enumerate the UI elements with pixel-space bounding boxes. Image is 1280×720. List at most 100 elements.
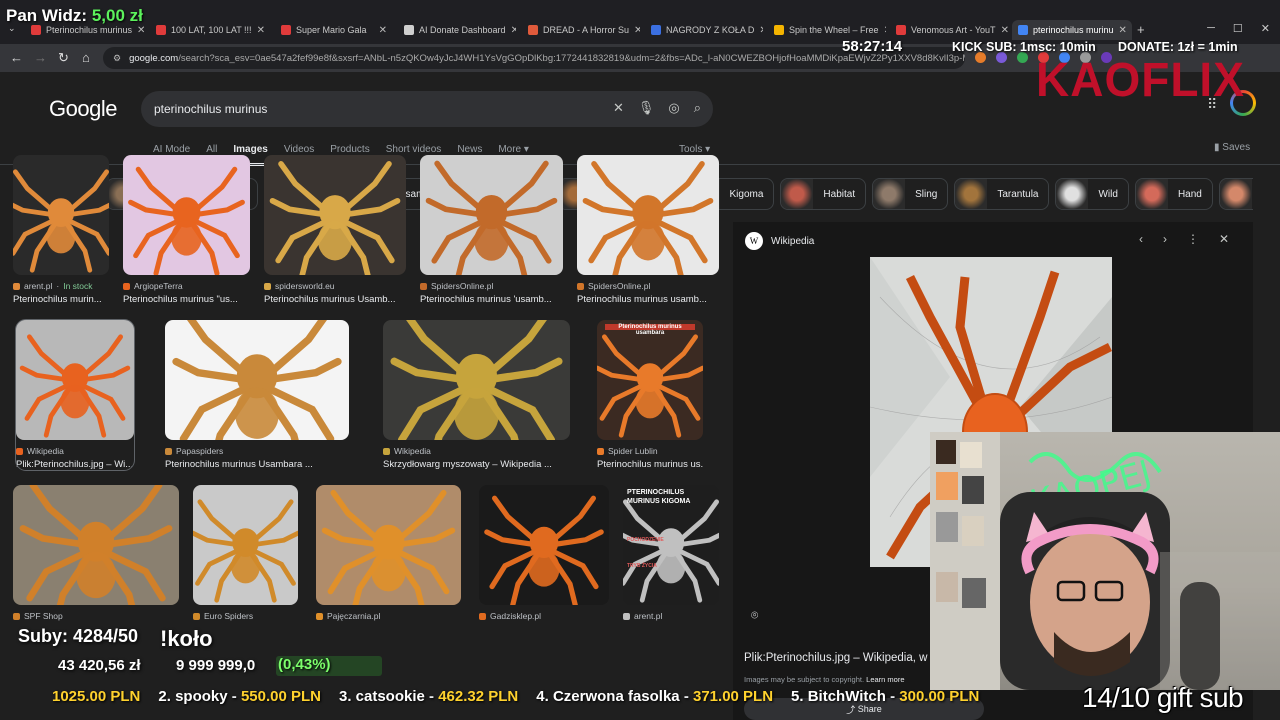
image-result[interactable]: SpidersOnline.pl Pterinochilus murinus 'u… — [420, 155, 563, 305]
learn-more-link[interactable]: Learn more — [866, 675, 904, 684]
saves-link[interactable]: ▮ Saves — [1214, 142, 1250, 153]
back-icon[interactable]: ← — [10, 50, 23, 65]
next-icon[interactable]: › — [1163, 232, 1167, 246]
result-source[interactable]: Wikipedia — [383, 446, 570, 456]
result-thumbnail[interactable] — [193, 485, 298, 605]
result-thumbnail[interactable] — [16, 320, 134, 440]
result-source[interactable]: Spider Lublin — [597, 446, 703, 456]
result-thumbnail[interactable] — [577, 155, 719, 275]
tab-close-icon[interactable]: ✕ — [759, 25, 763, 36]
result-thumbnail[interactable]: PTERINOCHILUS MURINUS KIGOMA POCHODZENIE TR… — [623, 485, 719, 605]
search-box[interactable]: ✕ 🎙 ◎ ⌕ — [141, 91, 713, 127]
forward-icon[interactable]: → — [34, 50, 47, 65]
image-result[interactable]: Gadzisklep.pl — [479, 485, 609, 621]
url-text[interactable]: google.com/search?sca_esv=0ae547a2fef99e… — [129, 53, 965, 64]
tab-close-icon[interactable]: ✕ — [511, 25, 516, 36]
tab-close-icon[interactable]: ✕ — [634, 25, 640, 36]
image-result[interactable]: SPF Shop — [13, 485, 179, 621]
result-thumbnail[interactable] — [13, 155, 109, 275]
image-result[interactable]: Papaspiders Pterinochilus murinus Usambar… — [165, 320, 349, 470]
image-result[interactable]: Pterinochilus murinus usambara Spider Lubl… — [597, 320, 703, 470]
result-source[interactable]: Pajęczarnia.pl — [316, 611, 461, 621]
result-title[interactable]: Pterinochilus murin... — [13, 294, 109, 305]
close-preview-icon[interactable]: ✕ — [1219, 232, 1229, 246]
google-logo[interactable]: Google — [49, 96, 117, 122]
image-result[interactable]: ArgiopeTerra Pterinochilus murinus "us... — [123, 155, 250, 305]
refine-chip[interactable]: Wild — [1055, 178, 1129, 210]
result-title[interactable]: Plik:Pterinochilus.jpg – Wi... — [16, 459, 134, 470]
clear-icon[interactable]: ✕ — [613, 100, 624, 116]
previous-icon[interactable]: ‹ — [1139, 232, 1143, 246]
tools-menu[interactable]: Tools ▾ — [679, 144, 710, 155]
image-result[interactable]: arent.pl · In stock Pterinochilus murin..… — [13, 155, 109, 305]
close-window-icon[interactable]: ✕ — [1261, 22, 1270, 35]
tab-close-icon[interactable]: ✕ — [1001, 25, 1008, 36]
refine-chip[interactable]: Tarantula — [954, 178, 1050, 210]
result-title[interactable]: Pterinochilus murinus "us... — [123, 294, 250, 305]
tab-close-icon[interactable]: ✕ — [379, 25, 387, 36]
image-result[interactable]: spidersworld.eu Pterinochilus murinus Usa… — [264, 155, 406, 305]
result-source[interactable]: ArgiopeTerra — [123, 281, 250, 291]
result-thumbnail[interactable]: Pterinochilus murinus usambara — [597, 320, 703, 440]
image-result[interactable]: Pajęczarnia.pl — [316, 485, 461, 621]
more-options-icon[interactable]: ⋮ — [1187, 232, 1199, 246]
preview-source[interactable]: W Wikipedia — [745, 232, 814, 250]
browser-tab[interactable]: DREAD - A Horror Su ✕ — [522, 20, 640, 40]
image-result[interactable]: Wikipedia Skrzydłowarg myszowaty – Wikipe… — [383, 320, 570, 470]
image-result[interactable]: SpidersOnline.pl Pterinochilus murinus us… — [577, 155, 719, 305]
microphone-icon[interactable]: 🎙 — [638, 100, 655, 116]
browser-tab[interactable]: NAGRODY Z KOŁA D ✕ — [645, 20, 763, 40]
tab-close-icon[interactable]: ✕ — [1119, 25, 1127, 36]
result-thumbnail[interactable] — [383, 320, 570, 440]
refine-chip[interactable]: Hand — [1134, 178, 1213, 210]
tab-close-icon[interactable]: ✕ — [884, 25, 886, 36]
home-icon[interactable]: ⌂ — [82, 50, 90, 65]
result-title[interactable]: Pterinochilus murinus Usamb... — [264, 294, 406, 305]
browser-tab[interactable]: AI Donate Dashboard ✕ — [398, 20, 516, 40]
result-source[interactable]: SPF Shop — [13, 611, 179, 621]
result-title[interactable]: Pterinochilus murinus Usambara ... — [165, 459, 349, 470]
site-info-icon[interactable]: ⚙ — [113, 53, 121, 64]
result-source[interactable]: Gadzisklep.pl — [479, 611, 609, 621]
lens-icon[interactable]: ◎ — [668, 100, 679, 116]
visual-search-icon[interactable]: ⌾ — [751, 608, 758, 623]
minimize-icon[interactable]: ─ — [1207, 22, 1215, 35]
result-title[interactable]: Pterinochilus murinus usamb... — [577, 294, 719, 305]
result-source[interactable]: arent.pl — [623, 611, 719, 621]
preview-title[interactable]: Plik:Pterinochilus.jpg – Wikipedia, w — [744, 652, 927, 664]
result-source[interactable]: SpidersOnline.pl — [577, 281, 719, 291]
maximize-icon[interactable]: ☐ — [1233, 22, 1243, 35]
search-icon[interactable]: ⌕ — [694, 100, 701, 116]
browser-tab[interactable]: Spin the Wheel – Free ✕ — [768, 20, 886, 40]
result-thumbnail[interactable] — [165, 320, 349, 440]
result-source[interactable]: SpidersOnline.pl — [420, 281, 563, 291]
result-title[interactable]: Pterinochilus murinus us... — [597, 459, 703, 470]
result-thumbnail[interactable] — [13, 485, 179, 605]
browser-tab[interactable]: Super Mario Gala ✕ — [275, 20, 393, 40]
browser-tab[interactable]: pterinochilus murinu ✕ — [1012, 20, 1132, 40]
new-tab-button[interactable]: + — [1137, 22, 1145, 37]
result-thumbnail[interactable] — [479, 485, 609, 605]
image-result[interactable]: PTERINOCHILUS MURINUS KIGOMA POCHODZENIE TR… — [623, 485, 719, 621]
browser-tab[interactable]: 100 LAT, 100 LAT !!! ✕ — [150, 20, 270, 40]
reload-icon[interactable]: ↻ — [58, 50, 69, 66]
result-thumbnail[interactable] — [316, 485, 461, 605]
result-title[interactable]: Skrzydłowarg myszowaty – Wikipedia ... — [383, 459, 570, 470]
result-thumbnail[interactable] — [123, 155, 250, 275]
result-thumbnail[interactable] — [264, 155, 406, 275]
search-input[interactable] — [154, 102, 574, 116]
refine-chip[interactable]: Lifespan — [1218, 178, 1253, 210]
image-result[interactable]: Euro Spiders — [193, 485, 298, 621]
tab-close-icon[interactable]: ✕ — [257, 25, 265, 36]
image-result[interactable]: Wikipedia Plik:Pterinochilus.jpg – Wi... — [15, 319, 135, 471]
browser-tab[interactable]: Venomous Art - YouT ✕ — [890, 20, 1008, 40]
address-bar[interactable]: ⚙ google.com/search?sca_esv=0ae547a2fef9… — [103, 47, 965, 69]
result-source[interactable]: spidersworld.eu — [264, 281, 406, 291]
result-source[interactable]: arent.pl · In stock — [13, 281, 109, 291]
result-source[interactable]: Wikipedia — [16, 446, 134, 456]
refine-chip[interactable]: Habitat — [780, 178, 867, 210]
refine-chip[interactable]: Sling — [872, 178, 949, 210]
result-source[interactable]: Euro Spiders — [193, 611, 298, 621]
tab-close-icon[interactable]: ✕ — [137, 25, 145, 36]
result-source[interactable]: Papaspiders — [165, 446, 349, 456]
